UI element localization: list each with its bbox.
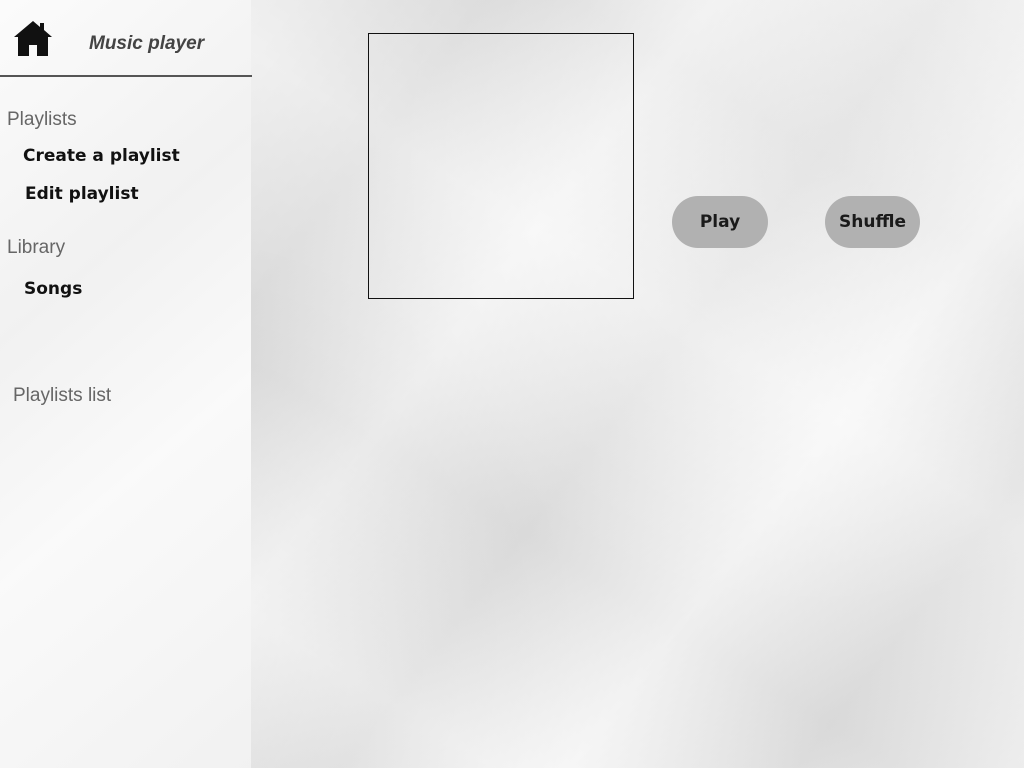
home-icon[interactable] (12, 18, 54, 60)
sidebar-divider (0, 75, 252, 77)
songs-link[interactable]: Songs (24, 279, 82, 299)
playlists-list-label: Playlists list (13, 385, 112, 406)
library-section-label: Library (7, 237, 66, 258)
app-title: Music player (89, 33, 205, 54)
shuffle-button[interactable]: Shuffle (825, 196, 920, 248)
play-button[interactable]: Play (672, 196, 768, 248)
create-playlist-link[interactable]: Create a playlist (23, 146, 180, 166)
playlists-section-label: Playlists (7, 109, 77, 130)
edit-playlist-link[interactable]: Edit playlist (25, 184, 139, 204)
album-artwork (368, 33, 634, 299)
home-icon-graphic (14, 21, 52, 56)
sidebar: Music player Playlists Create a playlist… (0, 0, 252, 768)
